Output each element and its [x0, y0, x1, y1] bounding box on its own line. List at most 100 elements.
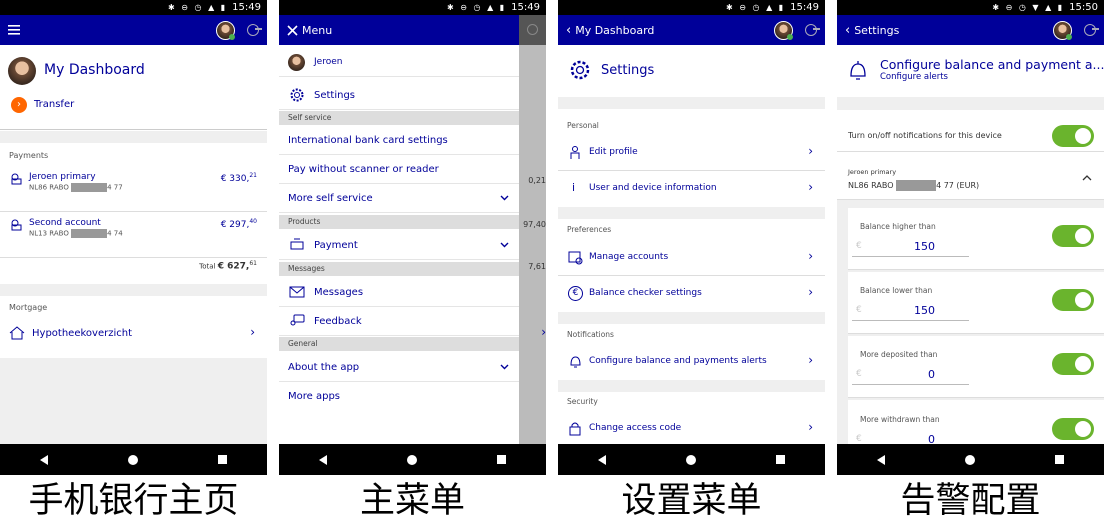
page-title: Configure balance and payment a... [880, 57, 1104, 72]
avatar[interactable] [216, 20, 235, 40]
transfer-button[interactable]: Transfer [34, 99, 74, 110]
recents-icon[interactable] [218, 455, 227, 464]
menu-item-messages[interactable]: Messages [279, 278, 519, 307]
transfer-icon[interactable]: › [11, 97, 27, 113]
menu-title: Menu [302, 23, 333, 37]
page-title: My Dashboard [44, 62, 145, 78]
gear-icon [290, 88, 304, 102]
dashboard-screen: ✱ ⊖ ◷ ▲ ▮ 15:49 My Dashboard › Transfer … [0, 0, 267, 475]
account-name: Jeroen primary [848, 168, 897, 176]
back-icon[interactable] [40, 454, 48, 465]
menu-item-payment[interactable]: Payment [279, 231, 519, 260]
mortgage-row[interactable]: Hypotheekoverzicht › [0, 318, 267, 350]
status-time: 15:49 [232, 2, 261, 13]
house-icon [9, 326, 25, 340]
home-icon[interactable] [686, 454, 696, 465]
home-icon[interactable] [965, 454, 975, 465]
status-bar: ✱ ⊖ ◷ ▲ ▮ 15:49 [558, 0, 825, 15]
caption-alerts: 告警配置 [900, 481, 1041, 521]
back-icon[interactable] [877, 454, 885, 465]
back-button[interactable]: Settings [854, 24, 899, 37]
settings-balance-checker[interactable]: € Balance checker settings › [558, 276, 825, 312]
euro-circle-icon: € [568, 286, 583, 301]
logout-icon[interactable] [805, 24, 820, 36]
settings-configure-alerts[interactable]: Configure balance and payments alerts › [558, 344, 825, 380]
hamburger-menu-icon[interactable] [8, 25, 20, 35]
person-icon [570, 146, 580, 159]
menu-item-user[interactable]: Jeroen [279, 48, 519, 77]
wallet-icon [11, 173, 22, 185]
recents-icon[interactable] [1055, 455, 1064, 464]
alert-rule-toggle[interactable] [1052, 353, 1094, 375]
back-button[interactable]: My Dashboard [575, 24, 654, 37]
back-icon[interactable] [319, 454, 327, 465]
app-bar: ‹ Settings [837, 15, 1104, 45]
avatar[interactable] [774, 20, 793, 40]
accounts-icon [568, 251, 583, 265]
app-bar: ‹ My Dashboard [558, 15, 825, 45]
back-icon[interactable] [598, 454, 606, 465]
menu-item-intl-card[interactable]: International bank card settings [279, 126, 519, 155]
caption-dashboard: 手机银行主页 [28, 481, 239, 521]
settings-edit-profile[interactable]: Edit profile › [558, 135, 825, 171]
status-icons: ✱ ⊖ ◷ ▲ ▮ [168, 3, 228, 12]
alert-rule-label: More deposited than [860, 350, 938, 359]
alert-rule-input[interactable]: €150 [852, 237, 969, 257]
settings-user-device[interactable]: i User and device information › [558, 171, 825, 207]
menu-item-more-self-service[interactable]: More self service [279, 184, 519, 213]
chevron-right-icon: › [250, 325, 255, 339]
alert-rule-toggle[interactable] [1052, 225, 1094, 247]
app-bar [0, 15, 267, 45]
account-iban: NL13 RABO 4 74 [29, 229, 123, 238]
bell-icon [570, 356, 581, 368]
alert-rule-label: More withdrawn than [860, 415, 940, 424]
menu-item-feedback[interactable]: Feedback [279, 307, 519, 336]
recents-icon[interactable] [497, 455, 506, 464]
menu-item-pay-without-scanner[interactable]: Pay without scanner or reader [279, 155, 519, 184]
alert-rule-toggle[interactable] [1052, 289, 1094, 311]
account-balance: € 297,40 [220, 218, 257, 230]
logout-icon[interactable] [1084, 24, 1099, 36]
wallet-icon [11, 219, 22, 231]
status-time: 15:49 [511, 2, 540, 13]
alert-rule-input[interactable]: €150 [852, 301, 969, 321]
home-icon[interactable] [128, 454, 138, 465]
settings-screen: ✱ ⊖ ◷ ▲ ▮ 15:49 ‹ My Dashboard Settings … [558, 0, 825, 475]
status-time: 15:49 [790, 2, 819, 13]
back-chevron-icon[interactable]: ‹ [845, 23, 850, 38]
settings-change-code[interactable]: Change access code › [558, 411, 825, 447]
alert-rule-row: More deposited than €0 [848, 336, 1104, 398]
android-nav-bar [0, 444, 267, 475]
redacted-block [896, 180, 937, 191]
alert-rule-input[interactable]: €0 [852, 365, 969, 385]
logout-icon[interactable] [247, 24, 262, 36]
alert-rule-toggle[interactable] [1052, 418, 1094, 440]
status-icons: ✱ ⊖ ◷ ▲ ▮ [726, 3, 786, 12]
chevron-down-icon [500, 242, 509, 248]
account-row[interactable]: Second account NL13 RABO 4 74 € 297,40 [0, 212, 267, 258]
dimmed-content[interactable]: 0,21 97,40 7,61 › [519, 45, 546, 444]
account-selector[interactable]: Jeroen primary NL86 RABO 4 77 (EUR) [837, 152, 1104, 200]
recents-icon[interactable] [776, 455, 785, 464]
status-bar: ✱ ⊖ ◷ ▼ ▲ ▮ 15:50 [837, 0, 1104, 15]
back-chevron-icon[interactable]: ‹ [566, 23, 571, 38]
home-icon[interactable] [407, 454, 417, 465]
menu-item-about[interactable]: About the app [279, 353, 519, 382]
settings-manage-accounts[interactable]: Manage accounts › [558, 240, 825, 276]
menu-item-more-apps[interactable]: More apps [279, 382, 519, 411]
gear-icon [570, 60, 590, 80]
menu-item-settings[interactable]: Settings [279, 81, 519, 110]
menu-screen: ✱ ⊖ ◷ ▲ ▮ 15:49 Menu 0,21 97,40 7,61 › J… [279, 0, 546, 475]
bell-icon [850, 61, 866, 80]
device-notifications-toggle[interactable] [1052, 125, 1094, 147]
avatar[interactable] [1053, 20, 1072, 40]
profile-avatar [8, 57, 36, 85]
close-icon[interactable] [287, 24, 298, 36]
alert-rule-row: More withdrawn than €0 [848, 400, 1104, 446]
section-self-service: Self service [279, 111, 519, 125]
lock-icon [569, 422, 581, 436]
alert-rule-row: Balance lower than €150 [848, 272, 1104, 334]
status-icons: ✱ ⊖ ◷ ▲ ▮ [447, 3, 507, 12]
security-label: Security [567, 397, 598, 406]
account-row[interactable]: Jeroen primary NL86 RABO 4 77 € 330,21 [0, 166, 267, 212]
